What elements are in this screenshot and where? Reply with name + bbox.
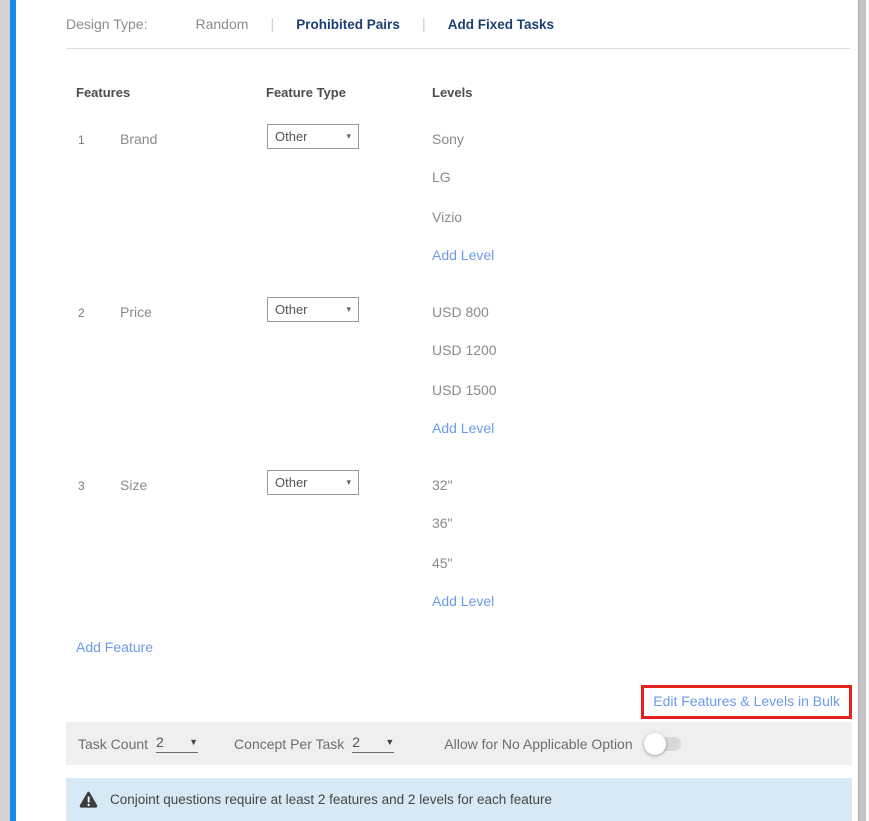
feature-index: 3 (66, 470, 120, 619)
no-applicable-option-toggle[interactable] (647, 737, 681, 751)
level-item[interactable]: USD 1200 (432, 330, 852, 370)
add-level-link[interactable]: Add Level (432, 583, 852, 619)
warning-triangle-icon (79, 791, 98, 808)
chevron-down-icon: ▼ (385, 737, 394, 747)
feature-row-size: 3 Size Other ▾ 32" 36" 45" Add Level (66, 470, 852, 619)
feature-type-select[interactable]: Other ▾ (267, 470, 359, 495)
task-count-value: 2 (156, 734, 164, 750)
features-table-header: Features Feature Type Levels (66, 85, 852, 100)
feature-name[interactable]: Brand (120, 124, 267, 273)
feature-type-select[interactable]: Other ▾ (267, 297, 359, 322)
warning-text: Conjoint questions require at least 2 fe… (110, 792, 552, 807)
concept-per-task-value: 2 (352, 734, 360, 750)
levels-list: USD 800 USD 1200 USD 1500 Add Level (432, 297, 852, 446)
design-type-row: Design Type: Random | Prohibited Pairs |… (66, 0, 852, 48)
chevron-down-icon: ▾ (346, 304, 351, 315)
settings-bar: Task Count 2 ▼ Concept Per Task 2 ▼ Allo… (66, 722, 852, 765)
level-item[interactable]: Sony (432, 124, 852, 157)
edit-features-levels-bulk-link[interactable]: Edit Features & Levels in Bulk (653, 693, 840, 709)
feature-name[interactable]: Size (120, 470, 267, 619)
section-divider (66, 48, 850, 49)
feature-type-selected-value: Other (275, 475, 308, 490)
level-item[interactable]: USD 800 (432, 297, 852, 330)
conjoint-design-panel: Design Type: Random | Prohibited Pairs |… (0, 0, 869, 821)
design-type-option-prohibited-pairs[interactable]: Prohibited Pairs (296, 17, 400, 32)
left-gutter (0, 0, 10, 821)
feature-type-selected-value: Other (275, 302, 308, 317)
level-item[interactable]: LG (432, 157, 852, 197)
vertical-scrollbar[interactable] (858, 0, 866, 821)
level-item[interactable]: 36" (432, 503, 852, 543)
level-item[interactable]: 45" (432, 543, 852, 583)
column-header-feature-type: Feature Type (266, 85, 432, 100)
task-count-dropdown[interactable]: 2 ▼ (156, 734, 198, 753)
task-count-label: Task Count (78, 736, 148, 752)
design-type-option-random[interactable]: Random (195, 16, 248, 32)
level-item[interactable]: 32" (432, 470, 852, 503)
toggle-knob (644, 733, 666, 755)
concept-per-task-dropdown[interactable]: 2 ▼ (352, 734, 394, 753)
annotation-highlight-box: Edit Features & Levels in Bulk (641, 685, 852, 719)
column-header-levels: Levels (432, 85, 852, 100)
levels-list: 32" 36" 45" Add Level (432, 470, 852, 619)
no-applicable-option-label: Allow for No Applicable Option (444, 736, 632, 752)
add-level-link[interactable]: Add Level (432, 410, 852, 446)
chevron-down-icon: ▾ (346, 477, 351, 488)
feature-index: 1 (66, 124, 120, 273)
column-header-features: Features (66, 85, 266, 100)
option-separator: | (422, 16, 426, 33)
design-type-label: Design Type: (66, 16, 147, 32)
design-type-option-add-fixed-tasks[interactable]: Add Fixed Tasks (448, 17, 554, 32)
feature-type-selected-value: Other (275, 129, 308, 144)
concept-per-task-label: Concept Per Task (234, 736, 344, 752)
add-level-link[interactable]: Add Level (432, 237, 852, 273)
option-separator: | (270, 16, 274, 33)
feature-index: 2 (66, 297, 120, 446)
add-feature-link[interactable]: Add Feature (76, 639, 153, 655)
warning-banner: Conjoint questions require at least 2 fe… (66, 778, 852, 821)
feature-row-price: 2 Price Other ▾ USD 800 USD 1200 USD 150… (66, 297, 852, 446)
level-item[interactable]: USD 1500 (432, 370, 852, 410)
feature-type-select[interactable]: Other ▾ (267, 124, 359, 149)
level-item[interactable]: Vizio (432, 197, 852, 237)
feature-name[interactable]: Price (120, 297, 267, 446)
feature-row-brand: 1 Brand Other ▾ Sony LG Vizio Add Level (66, 124, 852, 273)
levels-list: Sony LG Vizio Add Level (432, 124, 852, 273)
chevron-down-icon: ▼ (189, 737, 198, 747)
chevron-down-icon: ▾ (346, 131, 351, 142)
